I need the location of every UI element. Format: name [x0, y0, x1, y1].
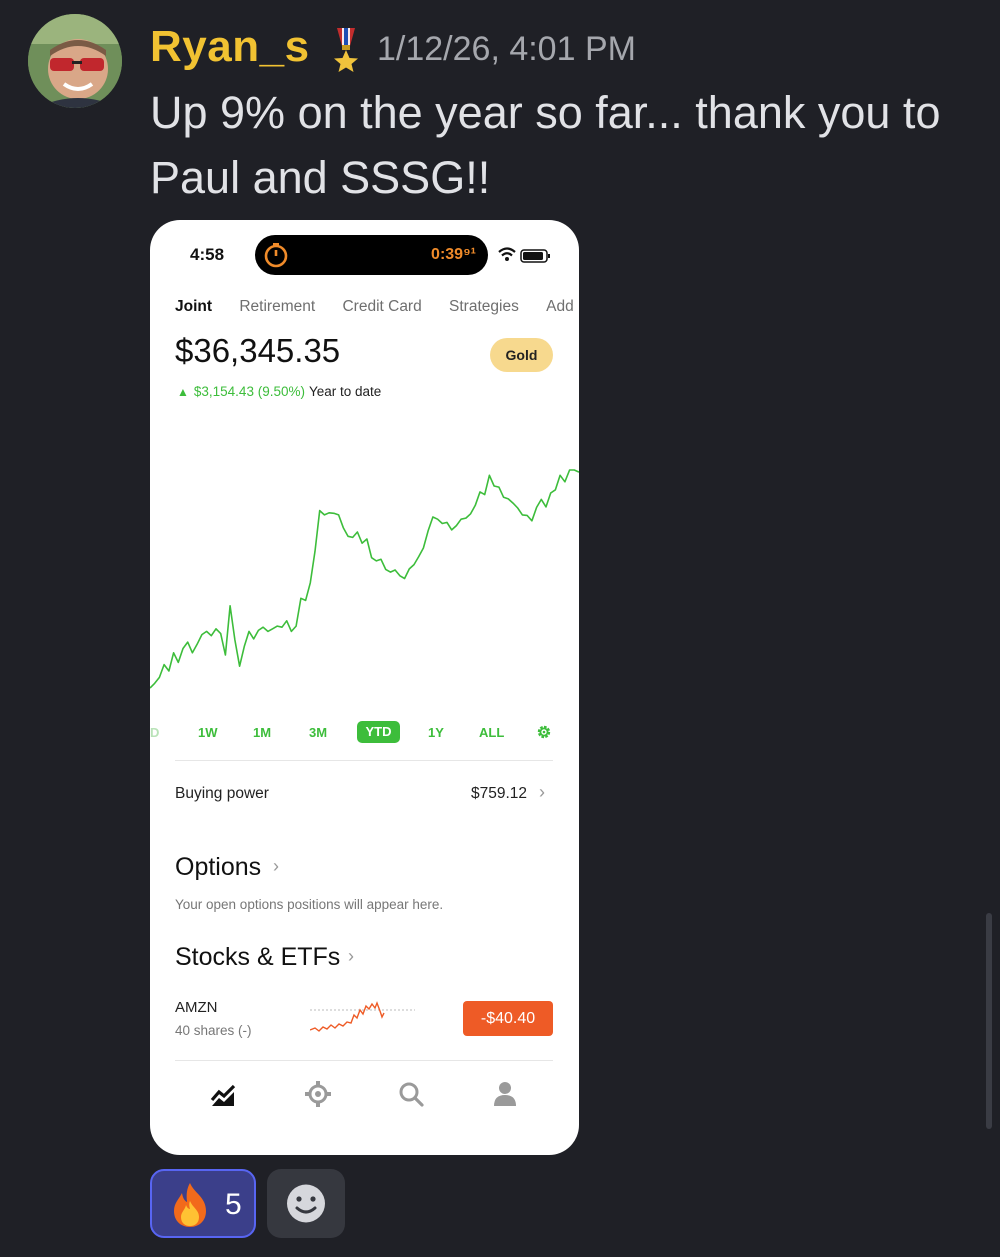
search-icon[interactable] [397, 1080, 425, 1108]
range-selector: D 1W 1M 3M YTD 1Y ALL [150, 720, 579, 746]
tab-retirement[interactable]: Retirement [239, 298, 315, 316]
range-3m[interactable]: 3M [309, 725, 327, 740]
message-text: Up 9% on the year so far... thank you to… [150, 87, 941, 203]
wifi-icon [498, 247, 516, 261]
scrollbar[interactable] [986, 913, 992, 1129]
user-avatar[interactable] [28, 14, 122, 108]
holding-ticker[interactable]: AMZN [175, 999, 218, 1016]
change-value: $3,154.43 (9.50%) [193, 384, 305, 399]
tab-joint[interactable]: Joint [175, 298, 212, 316]
chevron-right-icon[interactable]: › [273, 856, 279, 877]
divider [175, 1060, 553, 1061]
add-reaction-button[interactable] [267, 1169, 345, 1238]
range-d[interactable]: D [150, 725, 159, 740]
tab-credit-card[interactable]: Credit Card [342, 298, 421, 316]
dynamic-island: 0:39⁹¹ [255, 235, 488, 275]
chevron-right-icon[interactable]: › [348, 946, 354, 967]
account-tabs: Joint Retirement Credit Card Strategies … [175, 298, 579, 316]
gold-badge[interactable]: Gold [490, 338, 553, 372]
medal-icon [334, 28, 358, 72]
username[interactable]: Ryan_s [150, 22, 310, 72]
fire-icon [174, 1183, 206, 1227]
divider [175, 760, 553, 761]
range-ytd[interactable]: YTD [357, 721, 400, 743]
buying-power-label[interactable]: Buying power [175, 785, 269, 803]
options-title[interactable]: Options [175, 853, 261, 882]
reaction-count: 5 [225, 1188, 242, 1221]
status-bar-time: 4:58 [190, 245, 225, 264]
battery-icon [520, 249, 550, 263]
buying-power-value: $759.12 [470, 785, 527, 802]
tab-add[interactable]: Add [546, 298, 574, 316]
profile-icon[interactable] [491, 1080, 519, 1108]
up-arrow-icon: ▲ [177, 385, 189, 399]
portfolio-line [150, 469, 579, 689]
smiley-icon [287, 1184, 325, 1223]
change-period: Year to date [308, 384, 382, 399]
timer-text: 0:39⁹¹ [431, 246, 476, 263]
holding-price-button[interactable]: -$40.40 [463, 1001, 553, 1036]
stocks-title[interactable]: Stocks & ETFs [175, 943, 340, 972]
crypto-icon[interactable] [304, 1080, 332, 1108]
chart-icon[interactable] [210, 1080, 238, 1108]
options-note: Your open options positions will appear … [175, 897, 444, 912]
ytd-change: ▲ $3,154.43 (9.50%) Year to date [177, 384, 381, 399]
message-timestamp: 1/12/26, 4:01 PM [377, 30, 636, 68]
fire-reaction[interactable]: 5 [150, 1169, 256, 1238]
range-1w[interactable]: 1W [198, 725, 218, 740]
status-icons [498, 247, 550, 263]
amzn-sparkline [310, 1001, 415, 1032]
tab-strategies[interactable]: Strategies [449, 298, 519, 316]
portfolio-line-chart[interactable] [150, 460, 579, 730]
stopwatch-icon [264, 243, 288, 268]
range-1y[interactable]: 1Y [428, 725, 444, 740]
image-attachment[interactable]: 4:58 0:39⁹¹ Joint Retirement Credit Card… [150, 220, 579, 1155]
range-all[interactable]: ALL [479, 725, 504, 740]
holding-shares: 40 shares (-) [175, 1023, 252, 1038]
chevron-right-icon[interactable]: › [539, 782, 545, 803]
account-balance: $36,345.35 [175, 332, 341, 369]
avatar-photo [28, 14, 122, 108]
range-1m[interactable]: 1M [253, 725, 271, 740]
gear-icon[interactable] [536, 724, 552, 740]
